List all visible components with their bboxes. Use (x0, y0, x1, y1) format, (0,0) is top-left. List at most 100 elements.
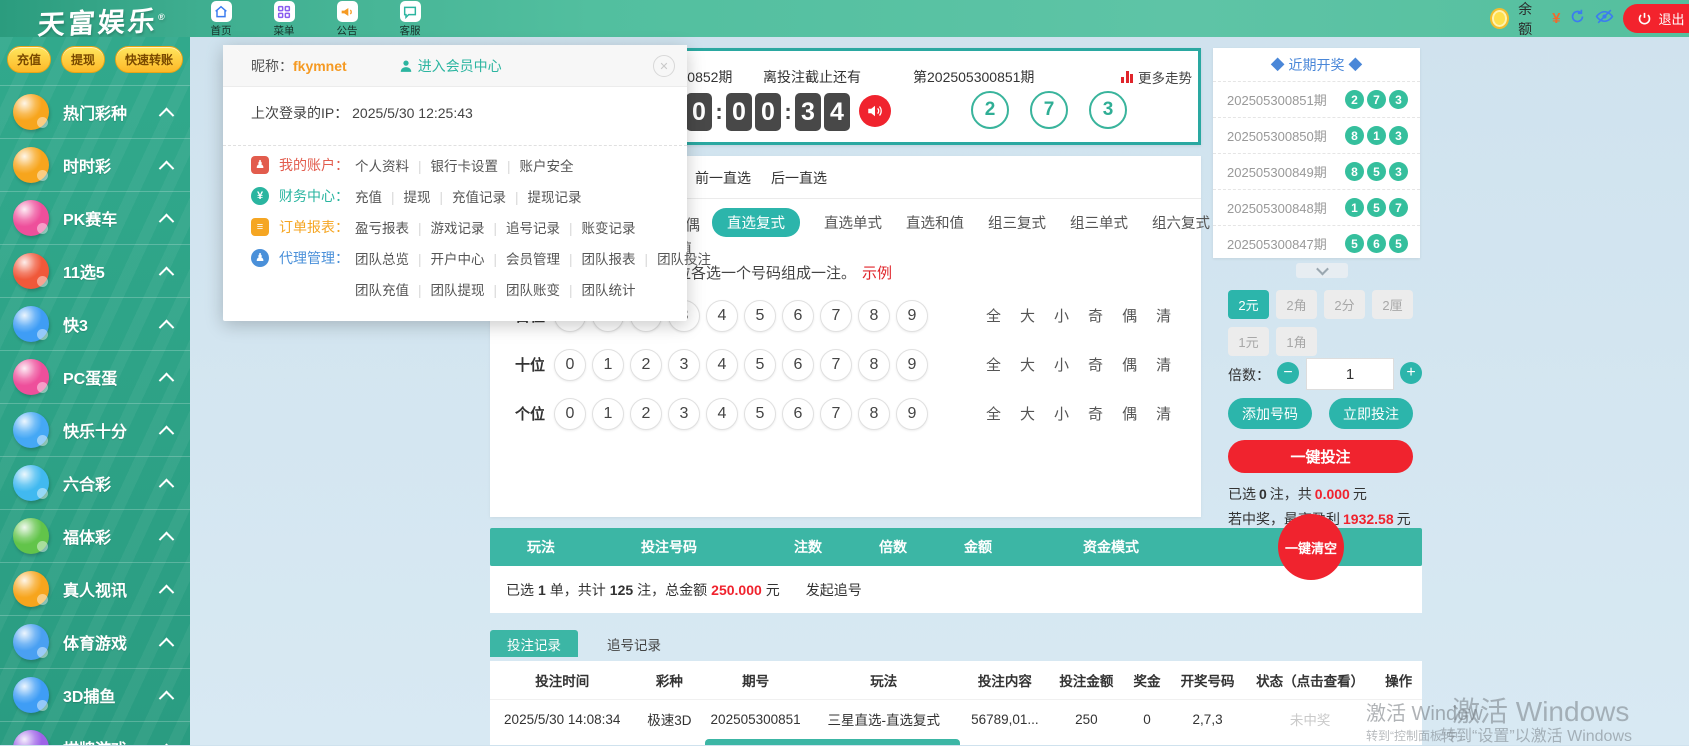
denom-button[interactable]: 2元 (1228, 290, 1269, 319)
quick-filter[interactable]: 清 (1156, 354, 1171, 375)
menu-link[interactable]: 充值 (355, 186, 382, 206)
number-ball[interactable]: 6 (782, 398, 814, 430)
mode-zhixuan-hezhi[interactable]: 直选和值 (906, 212, 964, 233)
denom-button[interactable]: 2厘 (1372, 290, 1413, 319)
add-number-button[interactable]: 添加号码 (1228, 398, 1312, 429)
logout-button[interactable]: 退出 (1623, 4, 1689, 33)
quick-filter[interactable]: 大 (1020, 305, 1035, 326)
quick-filter[interactable]: 全 (986, 354, 1001, 375)
withdraw-button[interactable]: 提现 (61, 46, 105, 73)
close-icon[interactable]: ✕ (653, 55, 675, 77)
number-ball[interactable]: 1 (592, 398, 624, 430)
multiplier-plus-button[interactable]: + (1400, 362, 1422, 384)
sidebar-item[interactable]: 六合彩 (0, 456, 190, 509)
quick-filter[interactable]: 偶 (1122, 305, 1137, 326)
mode-zusan-fushi[interactable]: 组三复式 (988, 212, 1046, 233)
quick-transfer-button[interactable]: 快速转账 (115, 46, 183, 73)
menu-link[interactable]: 银行卡设置 (409, 155, 498, 175)
more-trends-link[interactable]: 更多走势 (1121, 67, 1192, 87)
number-ball[interactable]: 7 (820, 300, 852, 332)
number-ball[interactable]: 5 (744, 300, 776, 332)
sidebar-item[interactable]: 快乐十分 (0, 403, 190, 456)
tab-back-straight[interactable]: 后一直选 (771, 168, 827, 188)
multiplier-input[interactable] (1306, 358, 1394, 390)
quick-filter[interactable]: 偶 (1122, 354, 1137, 375)
denom-button[interactable]: 2分 (1324, 290, 1365, 319)
tab-bet-records[interactable]: 投注记录 (490, 630, 578, 657)
refresh-icon[interactable] (1569, 8, 1586, 30)
number-ball[interactable]: 8 (858, 300, 890, 332)
menu-link[interactable]: 团队提现 (409, 279, 485, 299)
number-ball[interactable]: 4 (706, 349, 738, 381)
mode-zuliu-fushi[interactable]: 组六复式 (1152, 212, 1210, 233)
example-link[interactable]: 示例 (862, 265, 892, 282)
sound-toggle[interactable] (859, 95, 891, 127)
denom-button[interactable]: 2角 (1276, 290, 1317, 319)
menu-link[interactable]: 团队总览 (355, 248, 409, 268)
number-ball[interactable]: 5 (744, 398, 776, 430)
number-ball[interactable]: 9 (896, 349, 928, 381)
menu-link[interactable]: 会员管理 (485, 248, 561, 268)
number-ball[interactable]: 7 (820, 398, 852, 430)
sidebar-item[interactable]: 真人视讯 (0, 562, 190, 615)
sidebar-item[interactable]: 时时彩 (0, 138, 190, 191)
menu-link[interactable]: 团队账变 (485, 279, 561, 299)
sidebar-item[interactable]: PK赛车 (0, 191, 190, 244)
tab-front-straight[interactable]: 前一直选 (695, 168, 751, 188)
number-ball[interactable]: 3 (668, 349, 700, 381)
number-ball[interactable]: 3 (668, 398, 700, 430)
tab-chase-records[interactable]: 追号记录 (594, 630, 674, 657)
menu-link[interactable]: 充值记录 (431, 186, 507, 206)
number-ball[interactable]: 4 (706, 398, 738, 430)
pagination-peek[interactable] (705, 739, 960, 745)
number-ball[interactable]: 8 (858, 398, 890, 430)
denom-button[interactable]: 1角 (1276, 327, 1317, 356)
recharge-button[interactable]: 充值 (7, 46, 51, 73)
menu-link[interactable]: 团队报表 (560, 248, 636, 268)
sidebar-item[interactable]: 3D捕鱼 (0, 668, 190, 721)
number-ball[interactable]: 8 (858, 349, 890, 381)
quick-filter[interactable]: 全 (986, 403, 1001, 424)
quick-filter[interactable]: 清 (1156, 403, 1171, 424)
number-ball[interactable]: 5 (744, 349, 776, 381)
records-data-row[interactable]: 2025/5/30 14:08:34极速3D202505300851三星直选-直… (490, 700, 1422, 738)
sidebar-item[interactable]: 11选5 (0, 244, 190, 297)
sidebar-item[interactable]: 棋牌游戏 (0, 721, 190, 745)
menu-link[interactable]: 个人资料 (355, 155, 409, 175)
number-ball[interactable]: 9 (896, 300, 928, 332)
mode-zhixuan-fushi[interactable]: 直选复式 (712, 208, 800, 237)
quick-filter[interactable]: 奇 (1088, 354, 1103, 375)
menu-link[interactable]: 游戏记录 (409, 217, 485, 237)
menu-link[interactable]: 团队投注 (636, 248, 712, 268)
sidebar-item[interactable]: 快3 (0, 297, 190, 350)
quick-filter[interactable]: 大 (1020, 354, 1035, 375)
number-ball[interactable]: 2 (630, 398, 662, 430)
menu-link[interactable]: 追号记录 (485, 217, 561, 237)
one-click-bet-button[interactable]: 一键投注 (1228, 440, 1413, 473)
nav-customer-service[interactable]: 客服 (389, 1, 431, 38)
number-ball[interactable]: 7 (820, 349, 852, 381)
eye-off-icon[interactable] (1595, 7, 1614, 31)
quick-filter[interactable]: 清 (1156, 305, 1171, 326)
sidebar-item[interactable]: 体育游戏 (0, 615, 190, 668)
mode-zusan-danshi[interactable]: 组三单式 (1070, 212, 1128, 233)
number-ball[interactable]: 6 (782, 300, 814, 332)
mode-zhixuan-danshi[interactable]: 直选单式 (824, 212, 882, 233)
multiplier-minus-button[interactable]: − (1277, 362, 1299, 384)
menu-link[interactable]: 团队充值 (355, 279, 409, 299)
menu-link[interactable]: 团队统计 (560, 279, 636, 299)
quick-filter[interactable]: 大 (1020, 403, 1035, 424)
quick-filter[interactable]: 偶 (1122, 403, 1137, 424)
number-ball[interactable]: 4 (706, 300, 738, 332)
number-ball[interactable]: 0 (554, 349, 586, 381)
quick-filter[interactable]: 奇 (1088, 403, 1103, 424)
quick-filter[interactable]: 小 (1054, 403, 1069, 424)
menu-link[interactable]: 提现 (382, 186, 431, 206)
menu-link[interactable]: 开户中心 (409, 248, 485, 268)
clear-all-button[interactable]: 一键清空 (1278, 514, 1344, 580)
quick-filter[interactable]: 小 (1054, 305, 1069, 326)
number-ball[interactable]: 0 (554, 398, 586, 430)
number-ball[interactable]: 1 (592, 349, 624, 381)
number-ball[interactable]: 2 (630, 349, 662, 381)
bet-now-button[interactable]: 立即投注 (1329, 398, 1413, 429)
